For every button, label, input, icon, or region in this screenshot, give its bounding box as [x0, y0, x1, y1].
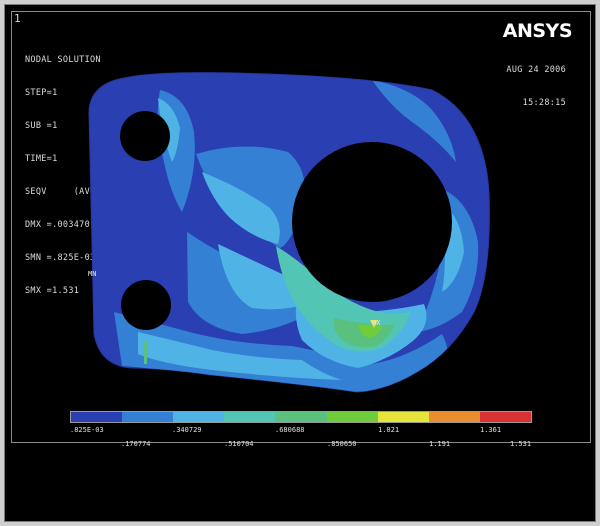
legend-swatch	[224, 412, 276, 422]
legend-value: .510704	[224, 440, 254, 448]
large-hole	[292, 142, 452, 302]
graphics-window: 1 NODAL SOLUTION STEP=1 SUB =1 TIME=1 SE…	[4, 4, 596, 522]
contour-region	[144, 342, 147, 364]
legend-bottom-labels: .170774 .510704 .850650 1.191 1.531	[70, 440, 532, 451]
legend-swatch	[479, 412, 531, 422]
legend-swatch	[326, 412, 378, 422]
legend-value: .825E-03	[70, 426, 104, 434]
legend-color-bar	[70, 411, 532, 423]
legend-value: 1.361	[480, 426, 502, 434]
legend-value: .340729	[172, 426, 202, 434]
legend-swatch	[275, 412, 327, 422]
min-label: MN	[88, 270, 97, 278]
legend-value: .680688	[275, 426, 305, 434]
legend-value: .850650	[327, 440, 357, 448]
upper-left-hole	[120, 111, 170, 161]
legend-swatch	[122, 412, 174, 422]
legend-value: 1.021	[378, 426, 400, 434]
max-label: MX	[372, 319, 381, 327]
lower-left-hole	[121, 280, 171, 330]
legend-value: .170774	[121, 440, 151, 448]
graphics-viewport[interactable]: 1 NODAL SOLUTION STEP=1 SUB =1 TIME=1 SE…	[11, 11, 591, 448]
legend-top-labels: .825E-03 .340729 .680688 1.021 1.361	[70, 426, 532, 437]
legend-value: 1.191	[429, 440, 451, 448]
legend-swatch	[173, 412, 225, 422]
legend-swatch	[377, 412, 429, 422]
legend-swatch	[428, 412, 480, 422]
color-legend: .825E-03 .340729 .680688 1.021 1.361 .17…	[70, 411, 532, 451]
legend-value: 1.531	[510, 440, 532, 448]
legend-swatch	[71, 412, 123, 422]
stress-contour-plot[interactable]	[12, 12, 590, 442]
